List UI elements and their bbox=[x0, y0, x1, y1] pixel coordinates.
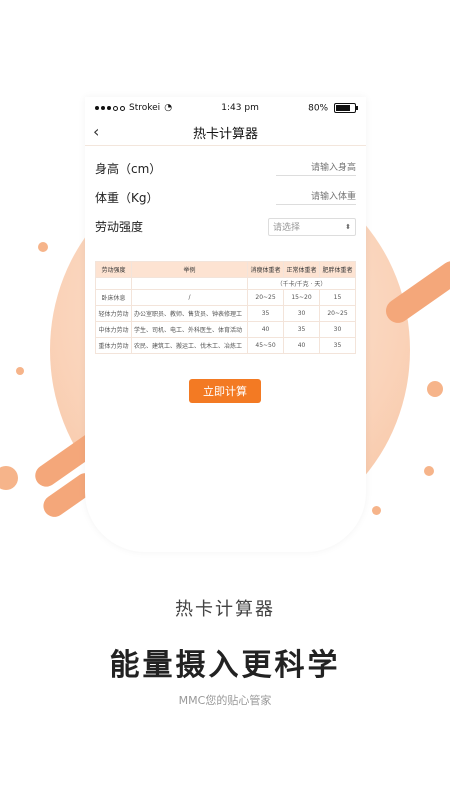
table-header: 举例 bbox=[130, 261, 249, 278]
status-bar: Strokei ◔ 1:43 pm 80% bbox=[85, 97, 366, 119]
decor-dot bbox=[424, 466, 434, 476]
table-cell: 20~25 bbox=[319, 305, 356, 322]
table-header: 劳动强度 bbox=[95, 261, 132, 278]
decor-dot bbox=[372, 506, 381, 515]
phone-mockup: Strokei ◔ 1:43 pm 80% ‹ 热卡计算器 身高（cm） 体重（… bbox=[85, 97, 366, 552]
table-cell: 30 bbox=[319, 321, 356, 338]
table-cell: 40 bbox=[283, 337, 320, 354]
table-cell: 35 bbox=[247, 305, 285, 322]
labor-label: 劳动强度 bbox=[95, 220, 144, 234]
weight-input[interactable] bbox=[276, 190, 356, 205]
caption-title: 热卡计算器 bbox=[175, 599, 275, 620]
table-cell: 15 bbox=[319, 289, 356, 306]
carrier-name: Strokei bbox=[129, 103, 161, 113]
height-input[interactable] bbox=[276, 161, 356, 176]
unit-row: （千卡/千克 · 天） bbox=[95, 277, 356, 290]
caption-tagline: MMC您的贴心管家 bbox=[178, 694, 272, 707]
table-row: 中体力劳动 学生、司机、电工、外科医生、体育活动 40 35 30 bbox=[95, 321, 356, 338]
table-cell: 20~25 bbox=[247, 289, 285, 306]
caption-slogan: 能量摄入更科学 bbox=[109, 648, 341, 683]
table-cell: 轻体力劳动 bbox=[95, 305, 132, 322]
weight-label: 体重（Kg） bbox=[95, 191, 159, 205]
decor-dot bbox=[16, 367, 24, 375]
wifi-icon: ◔ bbox=[164, 103, 173, 113]
table-header: 消瘦体重者 bbox=[247, 261, 285, 278]
calorie-table: 劳动强度 举例 消瘦体重者 正常体重者 肥胖体重者 （千卡/千克 · 天） 卧床… bbox=[95, 261, 356, 354]
decor-dot bbox=[0, 466, 18, 490]
table-cell: 学生、司机、电工、外科医生、体育活动 bbox=[130, 321, 249, 338]
signal-icon bbox=[95, 105, 125, 111]
table-cell: 45~50 bbox=[247, 337, 285, 354]
table-cell: / bbox=[130, 289, 249, 306]
table-cell: 重体力劳动 bbox=[95, 337, 132, 354]
select-arrows-icon: ⬍ bbox=[345, 222, 351, 231]
table-row: 重体力劳动 农民、建筑工、搬运工、伐木工、冶炼工 45~50 40 35 bbox=[95, 337, 356, 354]
height-label: 身高（cm） bbox=[95, 162, 162, 176]
back-arrow-icon[interactable]: ‹ bbox=[93, 122, 99, 141]
table-cell: 30 bbox=[283, 305, 320, 322]
labor-select-value: 请选择 bbox=[273, 223, 301, 233]
status-time: 1:43 pm bbox=[221, 103, 259, 113]
weight-row: 体重（Kg） bbox=[85, 183, 366, 212]
table-header: 正常体重者 bbox=[283, 261, 320, 278]
table-cell: 中体力劳动 bbox=[95, 321, 132, 338]
decor-dot bbox=[427, 381, 443, 397]
decor-dot bbox=[38, 242, 48, 252]
table-cell: 农民、建筑工、搬运工、伐木工、冶炼工 bbox=[130, 337, 249, 354]
nav-bar: ‹ 热卡计算器 bbox=[85, 119, 366, 146]
table-row: 轻体力劳动 办公室职员、教师、售货员、钟表修理工 35 30 20~25 bbox=[95, 305, 356, 322]
table-cell: 卧床休息 bbox=[95, 289, 132, 306]
calculate-button[interactable]: 立即计算 bbox=[189, 379, 261, 403]
battery-percent: 80% bbox=[308, 103, 329, 114]
labor-row: 劳动强度 请选择 ⬍ bbox=[85, 212, 366, 241]
table-cell: 35 bbox=[283, 321, 320, 338]
height-row: 身高（cm） bbox=[85, 154, 366, 183]
table-cell: 35 bbox=[319, 337, 356, 354]
labor-select[interactable]: 请选择 ⬍ bbox=[268, 217, 356, 236]
unit-label: （千卡/千克 · 天） bbox=[247, 277, 356, 290]
page-title: 热卡计算器 bbox=[192, 126, 258, 142]
table-row: 卧床休息 / 20~25 15~20 15 bbox=[95, 289, 356, 306]
table-cell: 15~20 bbox=[283, 289, 320, 306]
table-header: 肥胖体重者 bbox=[319, 261, 356, 278]
table-cell: 办公室职员、教师、售货员、钟表修理工 bbox=[130, 305, 249, 322]
table-cell: 40 bbox=[247, 321, 285, 338]
battery-icon bbox=[334, 102, 358, 113]
